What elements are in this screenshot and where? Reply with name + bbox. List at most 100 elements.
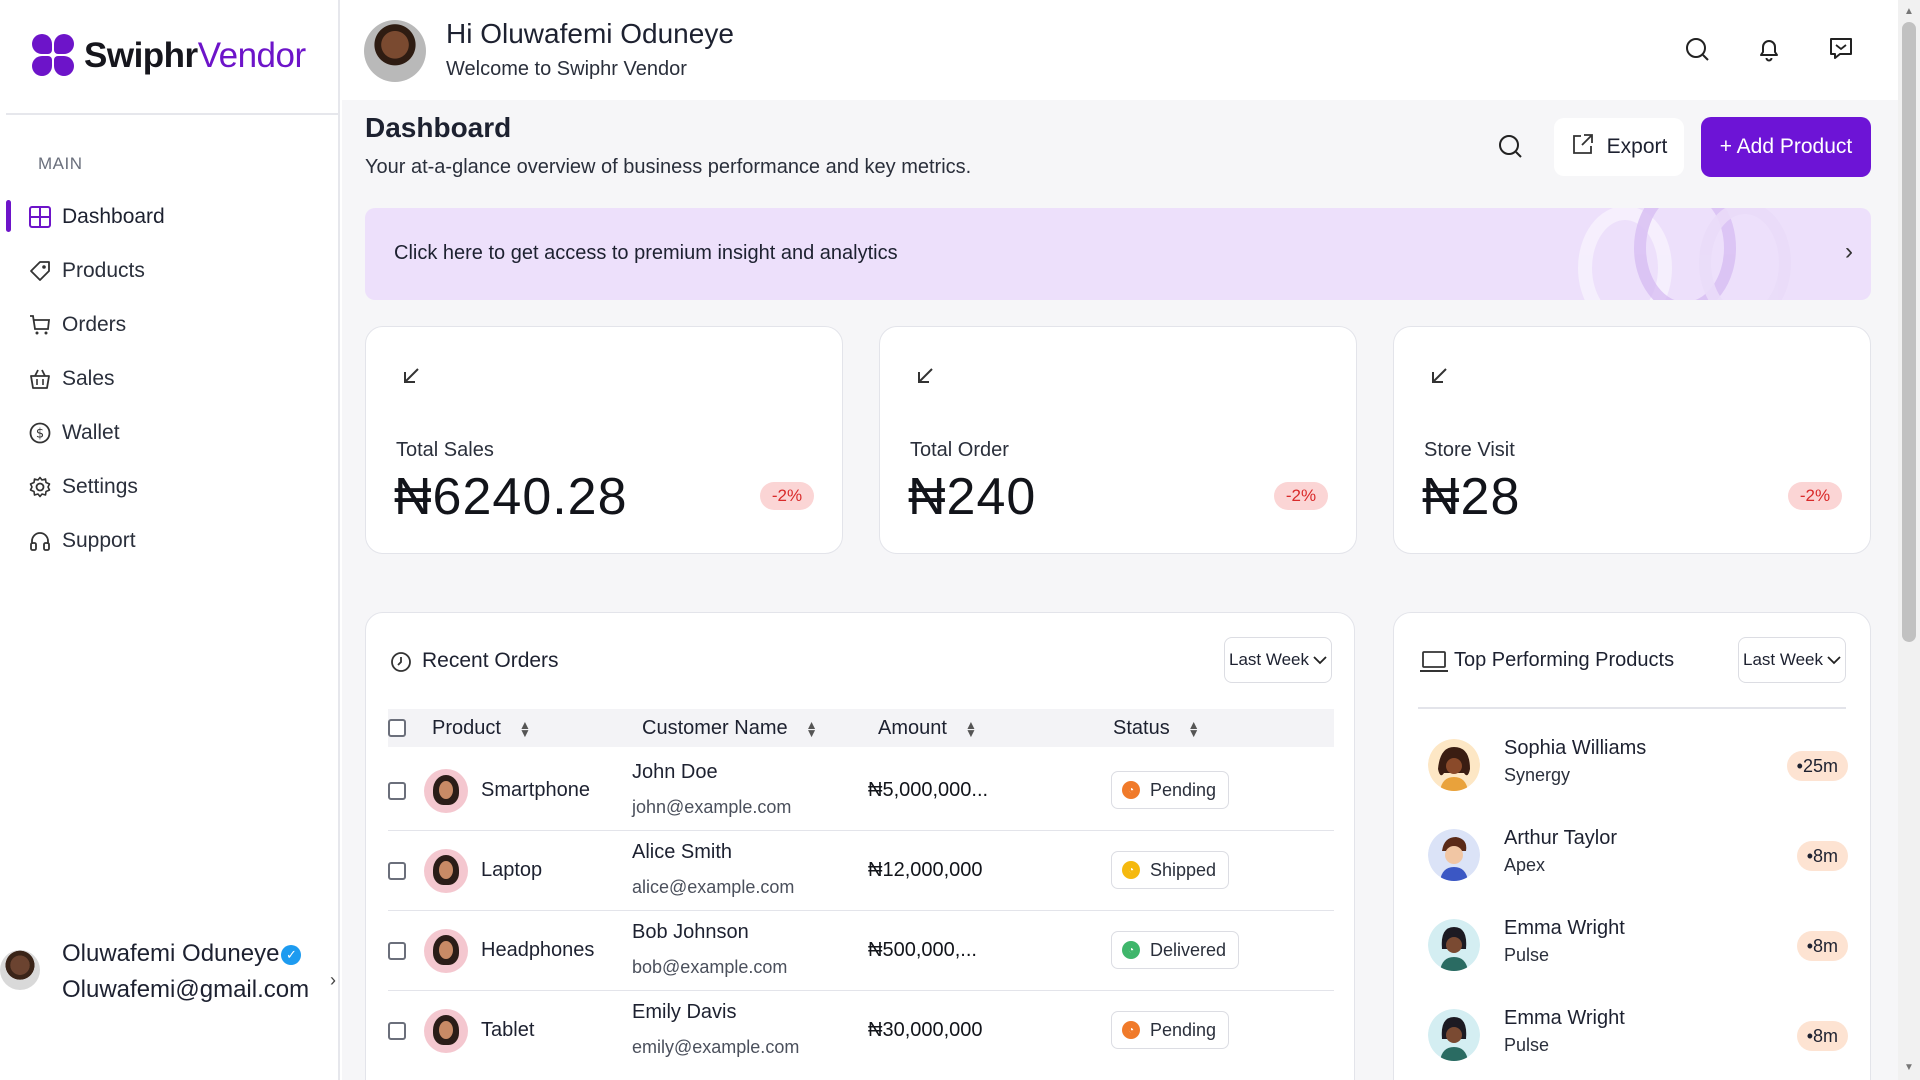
status-badge: ◔ Shipped [1111,851,1230,889]
column-header-customer[interactable]: Customer Name ▲ ▼ [642,717,818,740]
stat-value: ₦28 [1422,468,1521,526]
grid-icon [28,205,52,229]
add-product-button[interactable]: + Add Product [1701,117,1871,177]
sidebar-item-label: Sales [62,367,115,390]
list-item[interactable]: Sophia Williams Synergy •25m [1428,731,1848,801]
avatar [0,950,40,990]
scroll-down-arrow-icon[interactable]: ▼ [1904,1062,1914,1073]
row-checkbox[interactable] [388,862,406,880]
time-badge: •25m [1786,751,1848,781]
list-item[interactable]: Emma Wright Pulse •8m [1428,1001,1848,1071]
brand-logo[interactable]: SwiphrVendor [32,32,306,80]
user-name: Oluwafemi Oduneye ✓ [62,940,302,968]
sidebar-user-profile[interactable]: Oluwafemi Oduneye ✓ Oluwafemi@gmail.com › [0,936,340,1008]
table-row[interactable]: Headphones Bob Johnson bob@example.com ₦… [388,911,1334,991]
table-row[interactable]: Tablet Emily Davis emily@example.com ₦30… [388,991,1334,1071]
sidebar-item-dashboard[interactable]: Dashboard [0,190,338,244]
list-item[interactable]: Arthur Taylor Apex •8m [1428,821,1848,891]
row-checkbox[interactable] [388,942,406,960]
top-bar: Hi Oluwafemi Oduneye Welcome to Swiphr V… [342,0,1898,100]
customer-email: john@example.com [632,797,792,817]
product-name: Laptop [481,859,543,881]
clock-icon [391,652,411,672]
product-name: Smartphone [481,779,590,801]
greeting: Hi Oluwafemi Oduneye [446,18,734,49]
sidebar-item-orders[interactable]: Orders [0,298,338,352]
chevron-down-icon [1827,650,1841,670]
sidebar-item-support[interactable]: Support [0,514,338,568]
export-button[interactable]: Export [1554,118,1684,176]
table-row[interactable]: Laptop Alice Smith alice@example.com ₦12… [388,831,1334,911]
avatar [1428,739,1480,791]
sidebar-item-sales[interactable]: Sales [0,352,338,406]
sort-icon[interactable]: ▲ ▼ [1188,719,1200,739]
vertical-scrollbar[interactable]: ▲ ▼ [1898,0,1920,1080]
time-badge: •8m [1796,841,1848,871]
item-name: Sophia Williams [1504,737,1647,759]
sidebar-item-label: Dashboard [62,205,165,228]
item-name: Emma Wright [1504,1007,1625,1029]
stat-label: Total Sales [396,439,494,461]
clock-icon: ◔ [1122,781,1140,799]
column-header-amount[interactable]: Amount ▲ ▼ [878,717,977,740]
status-badge: ◔ Pending [1111,1011,1230,1049]
select-value: Last Week [1228,650,1309,669]
banner-decoration-graphic [1578,208,1791,300]
scroll-up-arrow-icon[interactable]: ▲ [1904,6,1914,17]
search-icon[interactable] [1682,34,1712,64]
select-all-checkbox[interactable] [388,719,406,737]
recent-orders-card: Recent Orders Last Week Product ▲ ▼ Custom… [365,612,1355,1080]
sidebar-item-label: Products [62,259,145,282]
sidebar-item-label: Settings [62,475,138,498]
clock-icon: ◔ [1122,1021,1140,1039]
sort-icon[interactable]: ▲ ▼ [519,719,531,739]
avatar[interactable] [364,20,426,82]
sidebar-item-label: Wallet [62,421,120,444]
basket-icon [28,367,52,391]
item-subtitle: Pulse [1504,945,1550,965]
period-select[interactable]: Last Week [1224,637,1332,683]
headphones-icon [28,529,52,553]
column-header-status[interactable]: Status ▲ ▼ [1113,717,1200,740]
premium-banner[interactable]: Click here to get access to premium insi… [365,208,1871,300]
product-name: Tablet [481,1019,535,1041]
product-name: Headphones [481,939,595,961]
sort-icon[interactable]: ▲ ▼ [965,719,977,739]
list-item[interactable]: Emma Wright Pulse •8m [1428,911,1848,981]
search-button[interactable] [1492,130,1528,166]
table-row[interactable]: Smartphone John Doe john@example.com ₦5,… [388,751,1334,831]
sidebar-item-label: Orders [62,313,127,336]
tag-icon [28,259,52,283]
sidebar-item-settings[interactable]: Settings [0,460,338,514]
item-subtitle: Pulse [1504,1035,1550,1055]
bell-icon[interactable] [1754,34,1784,64]
row-checkbox[interactable] [388,1022,406,1040]
stat-label: Store Visit [1424,439,1515,461]
select-value: Last Week [1742,650,1823,669]
welcome-text: Welcome to Swiphr Vendor [446,58,687,80]
customer-email: emily@example.com [632,1037,800,1057]
scrollbar-thumb[interactable] [1902,22,1916,642]
sidebar-divider [6,113,340,115]
sidebar-item-products[interactable]: Products [0,244,338,298]
item-name: Arthur Taylor [1504,827,1618,849]
column-header-product[interactable]: Product ▲ ▼ [432,717,531,740]
sort-icon[interactable]: ▲ ▼ [806,719,818,739]
product-avatar [424,929,468,973]
main-content: Dashboard Your at-a-glance overview of b… [342,100,1898,1080]
dollar-circle-icon: $ [28,421,52,445]
page-title: Dashboard [365,112,512,143]
order-amount: ₦12,000,000 [868,859,983,881]
period-select[interactable]: Last Week [1738,637,1846,683]
sidebar-section-label: MAIN [38,154,83,173]
chevron-right-icon[interactable]: › [330,970,336,991]
avatar [1428,919,1480,971]
row-checkbox[interactable] [388,782,406,800]
message-icon[interactable] [1826,34,1856,64]
page-subtitle: Your at-a-glance overview of business pe… [365,156,972,178]
order-amount: ₦500,000,... [868,939,977,961]
stat-label: Total Order [910,439,1009,461]
clock-icon: ◔ [1122,861,1140,879]
sidebar-item-wallet[interactable]: $ Wallet [0,406,338,460]
export-icon [1571,132,1595,162]
